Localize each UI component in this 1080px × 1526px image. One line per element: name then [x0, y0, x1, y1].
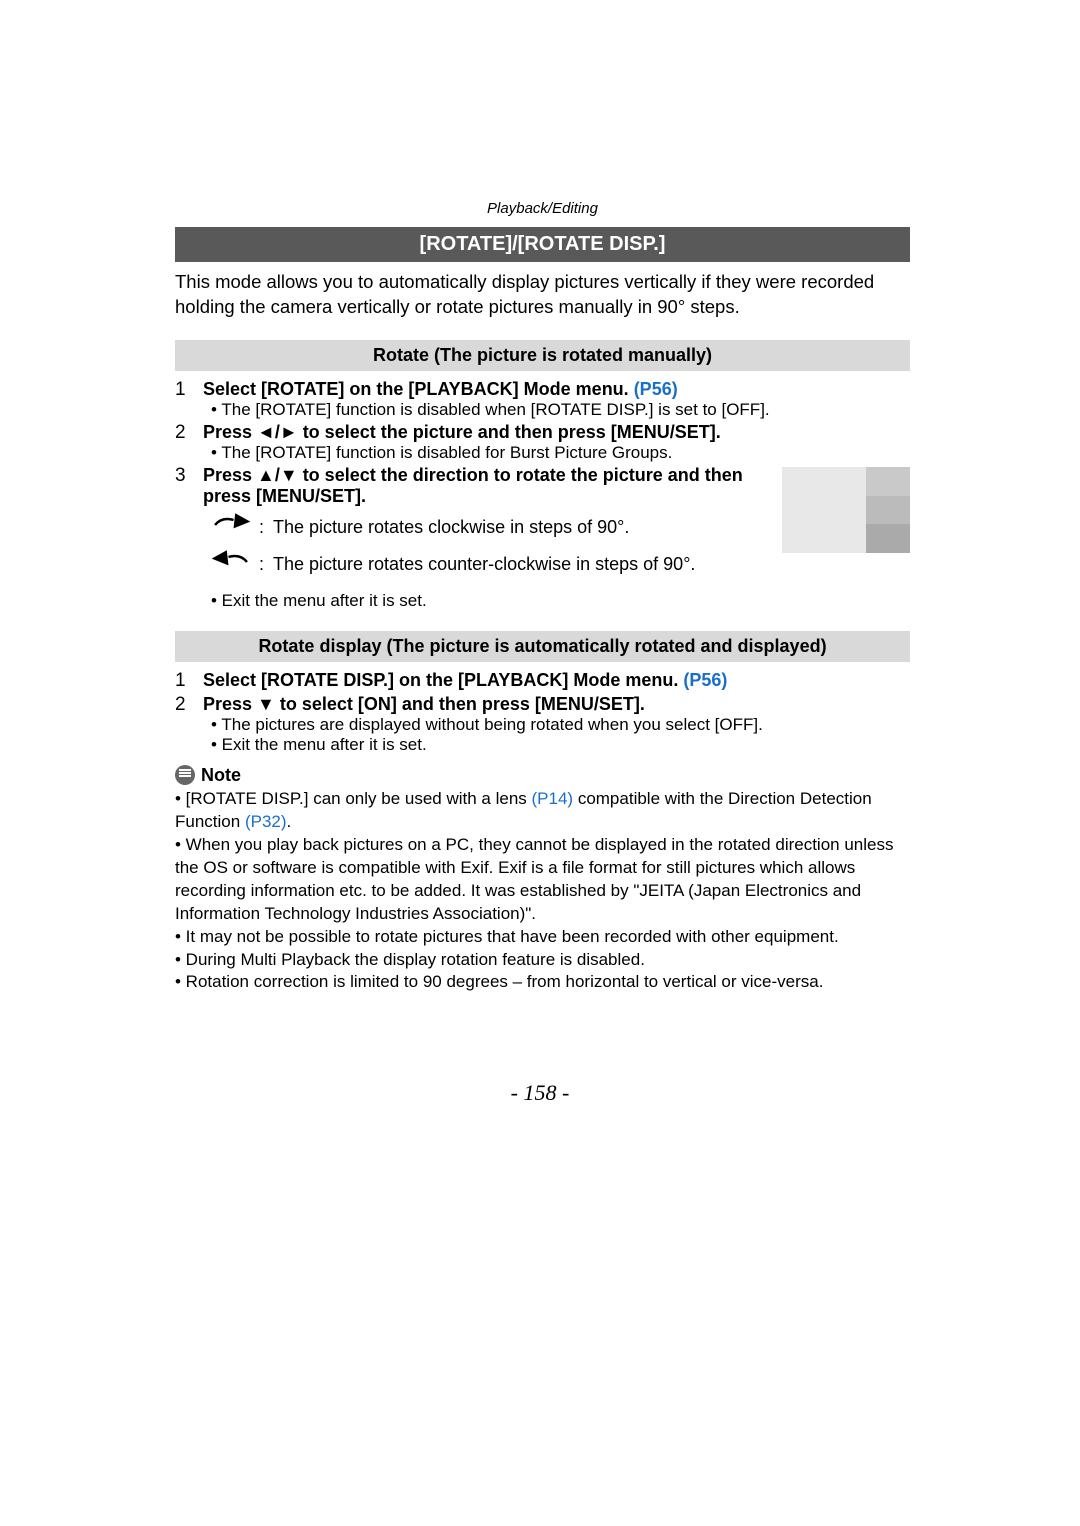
- note-text: Note: [201, 765, 241, 786]
- rotate-ccw-row: : The picture rotates counter-clockwise …: [203, 550, 774, 579]
- step-body: Press ◄/► to select the picture and then…: [203, 422, 910, 463]
- step1-bullet: • The [ROTATE] function is disabled when…: [203, 400, 910, 420]
- note1-a: • [ROTATE DISP.] can only be used with a…: [175, 789, 532, 808]
- note-item: • It may not be possible to rotate pictu…: [175, 926, 910, 949]
- up-down-triangle-icon: ▲/▼: [257, 465, 298, 485]
- step2-bold-b: to select [ON] and then press [MENU/SET]…: [275, 694, 645, 714]
- page-number: - 158 -: [0, 1080, 1080, 1106]
- step-body: Press ▼ to select [ON] and then press [M…: [203, 694, 910, 755]
- step2-bold-b: to select the picture and then press [ME…: [298, 422, 721, 442]
- section1-step2: 2 Press ◄/► to select the picture and th…: [175, 422, 910, 463]
- page-ref-link[interactable]: (P56): [634, 379, 678, 399]
- step2-bold-a: Press: [203, 422, 257, 442]
- section2-step2: 2 Press ▼ to select [ON] and then press …: [175, 694, 910, 755]
- note-label: Note: [175, 765, 910, 786]
- step-body: Select [ROTATE] on the [PLAYBACK] Mode m…: [203, 379, 910, 420]
- section1-banner: Rotate (The picture is rotated manually): [175, 340, 910, 371]
- step2-bullet1: • The pictures are displayed without bei…: [203, 715, 910, 735]
- colon: :: [259, 517, 273, 538]
- step-body: Press ▲/▼ to select the direction to rot…: [203, 465, 774, 507]
- notes-block: • [ROTATE DISP.] can only be used with a…: [175, 788, 910, 994]
- thumbnail-diagram: [782, 467, 910, 553]
- section2-banner: Rotate display (The picture is automatic…: [175, 631, 910, 662]
- step1-bold: Select [ROTATE DISP.] on the [PLAYBACK] …: [203, 670, 683, 690]
- diagram-cell: [866, 467, 910, 496]
- step-body: Select [ROTATE DISP.] on the [PLAYBACK] …: [203, 670, 910, 692]
- step-number: 1: [175, 670, 203, 692]
- note1-c: .: [287, 812, 292, 831]
- rotate-cw-row: : The picture rotates clockwise in steps…: [203, 513, 774, 542]
- exit-bullet: • Exit the menu after it is set.: [203, 591, 910, 611]
- step-number: 2: [175, 694, 203, 755]
- diagram-left-pane: [782, 467, 866, 553]
- rotate-cw-icon: [203, 513, 259, 542]
- diagram-cell: [866, 496, 910, 525]
- rotate-cw-text: The picture rotates clockwise in steps o…: [273, 517, 774, 538]
- note-item: • [ROTATE DISP.] can only be used with a…: [175, 788, 910, 834]
- page-title-banner: [ROTATE]/[ROTATE DISP.]: [175, 227, 910, 262]
- step3-bold-a: Press: [203, 465, 257, 485]
- down-triangle-icon: ▼: [257, 694, 275, 714]
- page-ref-link[interactable]: (P56): [683, 670, 727, 690]
- section1-step1: 1 Select [ROTATE] on the [PLAYBACK] Mode…: [175, 379, 910, 420]
- step2-bullet: • The [ROTATE] function is disabled for …: [203, 443, 910, 463]
- step-number: 3: [175, 465, 203, 507]
- note-item: • Rotation correction is limited to 90 d…: [175, 971, 910, 994]
- page-ref-link[interactable]: (P14): [532, 789, 574, 808]
- note-item: • When you play back pictures on a PC, t…: [175, 834, 910, 926]
- section1-step3: 3 Press ▲/▼ to select the direction to r…: [175, 465, 774, 507]
- step-number: 2: [175, 422, 203, 463]
- intro-text: This mode allows you to automatically di…: [175, 270, 910, 320]
- step2-bullet2: • Exit the menu after it is set.: [203, 735, 910, 755]
- section2-step1: 1 Select [ROTATE DISP.] on the [PLAYBACK…: [175, 670, 910, 692]
- step-number: 1: [175, 379, 203, 420]
- colon: :: [259, 554, 273, 575]
- note-icon: [175, 765, 195, 785]
- step2-bold-a: Press: [203, 694, 257, 714]
- diagram-cell: [866, 524, 910, 553]
- rotate-ccw-icon: [203, 550, 259, 579]
- step1-bold: Select [ROTATE] on the [PLAYBACK] Mode m…: [203, 379, 634, 399]
- note-item: • During Multi Playback the display rota…: [175, 949, 910, 972]
- rotate-ccw-text: The picture rotates counter-clockwise in…: [273, 554, 774, 575]
- breadcrumb: Playback/Editing: [175, 200, 910, 217]
- left-right-triangle-icon: ◄/►: [257, 422, 298, 442]
- page-ref-link[interactable]: (P32): [245, 812, 287, 831]
